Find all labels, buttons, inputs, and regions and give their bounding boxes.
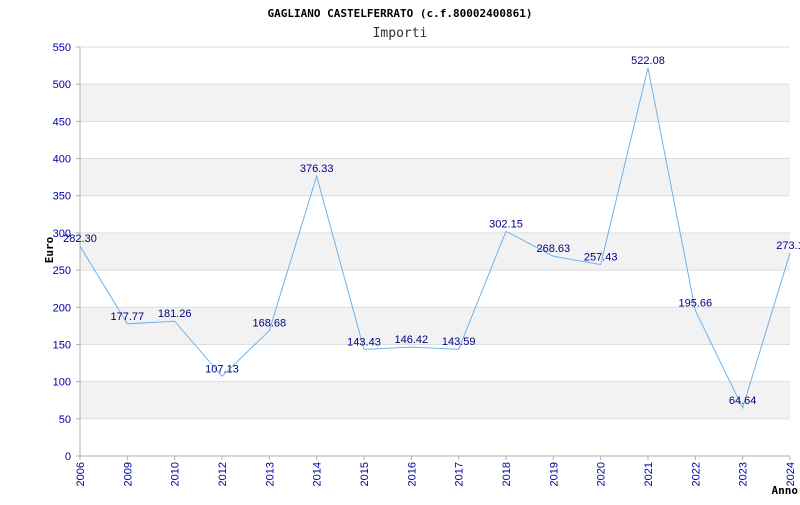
x-tick-label: 2018 xyxy=(501,462,513,486)
x-tick-label: 2014 xyxy=(312,462,324,486)
x-tick-label: 2024 xyxy=(785,462,797,486)
x-tick-label: 2020 xyxy=(596,462,608,486)
y-tick-label: 550 xyxy=(53,42,71,54)
chart-title: GAGLIANO CASTELFERRATO (c.f.80002400861) xyxy=(268,7,533,20)
y-tick-label: 250 xyxy=(53,265,71,277)
x-tick-label: 2009 xyxy=(122,462,134,486)
x-axis-label: Anno xyxy=(772,484,799,497)
x-tick-label: 2023 xyxy=(738,462,750,486)
data-label: 64.64 xyxy=(729,395,757,407)
data-label: 376.33 xyxy=(300,163,334,175)
x-tick-label: 2021 xyxy=(643,462,655,486)
data-label: 302.15 xyxy=(489,218,523,230)
y-tick-label: 100 xyxy=(53,377,71,389)
x-tick-label: 2015 xyxy=(359,462,371,486)
data-label: 282.30 xyxy=(63,233,97,245)
grid-band xyxy=(80,382,790,419)
y-axis-label: Euro xyxy=(43,236,56,263)
x-tick-label: 2019 xyxy=(548,462,560,486)
grid-band xyxy=(80,159,790,196)
data-label: 273.1 xyxy=(776,240,800,252)
x-tick-label: 2012 xyxy=(217,462,229,486)
y-tick-label: 500 xyxy=(53,79,71,91)
y-tick-label: 200 xyxy=(53,302,71,314)
data-label: 107.13 xyxy=(205,363,239,375)
x-tick-label: 2022 xyxy=(690,462,702,486)
y-tick-label: 400 xyxy=(53,154,71,166)
data-label: 522.08 xyxy=(631,55,665,67)
x-tick-label: 2013 xyxy=(264,462,276,486)
line-chart: 050100150200250300350400450500550 200620… xyxy=(0,0,800,500)
data-label: 257.43 xyxy=(584,252,618,264)
x-tick-label: 2010 xyxy=(170,462,182,486)
y-tick-label: 350 xyxy=(53,191,71,203)
x-tick-label: 2017 xyxy=(454,462,466,486)
data-label: 143.59 xyxy=(442,336,476,348)
data-label: 177.77 xyxy=(111,311,145,323)
y-axis-ticks: 050100150200250300350400450500550 xyxy=(53,42,80,463)
x-axis-ticks: 2006 2009 2010 2012 2013 2014 2015 2016 2017 2018… xyxy=(75,456,797,486)
data-label: 181.26 xyxy=(158,308,192,320)
data-label: 146.42 xyxy=(395,334,429,346)
data-label: 268.63 xyxy=(537,243,571,255)
data-label: 168.68 xyxy=(253,318,287,330)
grid-band xyxy=(80,84,790,121)
y-tick-label: 450 xyxy=(53,116,71,128)
chart-container: 050100150200250300350400450500550 200620… xyxy=(0,0,800,500)
data-label: 143.43 xyxy=(347,336,381,348)
y-tick-label: 0 xyxy=(65,451,71,463)
x-tick-label: 2006 xyxy=(75,462,87,486)
y-tick-label: 50 xyxy=(59,414,71,426)
x-tick-label: 2016 xyxy=(406,462,418,486)
y-tick-label: 150 xyxy=(53,339,71,351)
data-label: 195.66 xyxy=(679,298,713,310)
chart-subtitle: Importi xyxy=(373,26,428,41)
